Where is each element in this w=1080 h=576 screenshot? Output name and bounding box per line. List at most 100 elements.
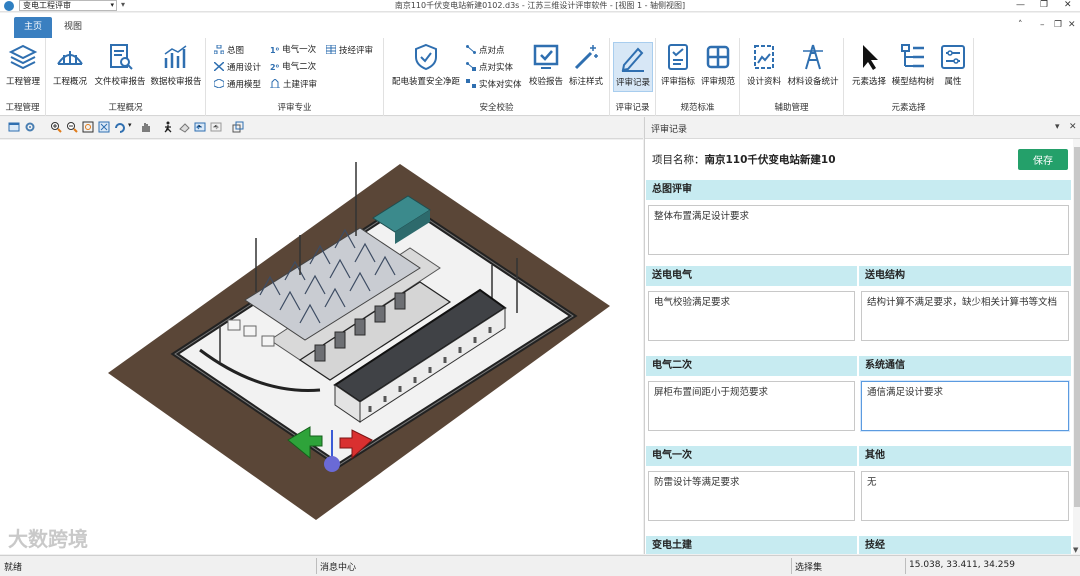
doc-report-button[interactable]: 文件校审报告 <box>91 42 149 87</box>
previous-view-icon[interactable] <box>194 121 206 133</box>
entity-to-entity-button[interactable]: 实体对实体 <box>466 79 522 91</box>
selection-set[interactable]: 选择集 <box>795 560 822 573</box>
tab-view[interactable]: 视图 <box>54 17 92 38</box>
data-report-label: 数据校审报告 <box>150 77 202 87</box>
tech-review-button[interactable]: 技经评审 <box>326 45 373 57</box>
review-spec-button[interactable]: 评审规范 <box>698 42 738 87</box>
table-icon <box>326 45 336 54</box>
scroll-down-icon[interactable]: ▼ <box>1073 546 1078 554</box>
system-communication-textarea[interactable]: 通信满足设计要求 <box>861 381 1069 431</box>
verify-report-label: 校验报告 <box>528 77 563 87</box>
view-window-icon[interactable] <box>8 121 20 133</box>
element-select-button[interactable]: 元素选择 <box>849 42 889 87</box>
message-center[interactable]: 消息中心 <box>320 560 356 573</box>
elec1-review-button[interactable]: 1⁰ 电气一次 <box>270 45 316 56</box>
pan-hand-icon[interactable] <box>140 121 152 133</box>
properties-icon <box>941 45 965 69</box>
review-record-label: 评审记录 <box>615 78 650 88</box>
zoom-out-icon[interactable] <box>66 121 78 133</box>
zoom-window-icon[interactable] <box>82 121 94 133</box>
group-label: 规范标准 <box>680 103 715 113</box>
group-review-disciplines: 总图 通用设计 通用模型 1⁰ 电气一次 2⁰ 电气二次 土建评审 技经评审 评审专… <box>206 38 384 116</box>
elec1-label: 电气一次 <box>282 45 317 55</box>
zoom-in-icon[interactable] <box>50 121 62 133</box>
status-bar: 就绪 消息中心 选择集 15.038, 33.411, 34.259 <box>0 555 1080 576</box>
project-name-row: 项目名称：南京110千伏变电站新建10 <box>652 152 836 167</box>
panel-pin-button[interactable]: ▾ <box>1055 122 1060 132</box>
project-management-button[interactable]: 工程管理 <box>3 42 43 87</box>
general-design-label: 通用设计 <box>227 63 262 73</box>
status-separator <box>905 558 906 574</box>
point-to-entity-button[interactable]: 点对实体 <box>466 62 513 74</box>
civil-review-button[interactable]: 土建评审 <box>270 79 317 91</box>
review-record-button[interactable]: 评审记录 <box>613 42 653 92</box>
minimize-button[interactable]: — <box>1016 0 1025 11</box>
elec2-review-button[interactable]: 2⁰ 电气二次 <box>270 62 316 73</box>
doc-restore-button[interactable]: ❐ <box>1054 20 1062 30</box>
data-report-button[interactable]: 数据校审报告 <box>148 42 204 87</box>
section-box-icon[interactable] <box>232 121 244 133</box>
scrollbar-thumb[interactable] <box>1074 147 1080 507</box>
maximize-button[interactable]: ❐ <box>1040 0 1048 11</box>
transmission-structure-textarea[interactable]: 结构计算不满足要求，缺少相关计算书等文档 <box>861 291 1069 341</box>
point-to-point-button[interactable]: 点对点 <box>466 45 505 57</box>
model-tree-button[interactable]: 模型结构树 <box>890 42 936 87</box>
doc-minimize-button[interactable]: – <box>1040 20 1045 30</box>
e2e-label: 实体对实体 <box>479 80 522 90</box>
attributes-button[interactable]: 属性 <box>937 42 969 87</box>
project-management-label: 工程管理 <box>5 77 40 87</box>
status-separator <box>791 558 792 574</box>
material-stats-button[interactable]: 材料设备统计 <box>786 42 840 87</box>
tab-home[interactable]: 主页 <box>14 17 53 38</box>
section-electrical-secondary: 电气二次 <box>646 356 857 376</box>
general-plan-textarea[interactable]: 整体布置满足设计要求 <box>648 205 1069 255</box>
general-model-button[interactable]: 通用模型 <box>214 79 261 91</box>
section-general-plan: 总图评审 <box>646 180 1071 200</box>
review-index-button[interactable]: 评审指标 <box>658 42 698 87</box>
design-data-button[interactable]: 设计资料 <box>744 42 784 87</box>
panel-close-button[interactable]: ✕ <box>1069 122 1077 132</box>
other-textarea[interactable]: 无 <box>861 471 1069 521</box>
safety-clearance-button[interactable]: 配电装置安全净距 <box>388 42 464 87</box>
group-standards: 评审指标 评审规范 规范标准 <box>656 38 740 116</box>
rotate-dropdown-icon[interactable]: ▾ <box>128 121 140 133</box>
elec2-label: 电气二次 <box>282 62 317 72</box>
general-plan-button[interactable]: 总图 <box>214 45 244 57</box>
section-transmission-structure: 送电结构 <box>859 266 1071 286</box>
save-button[interactable]: 保存 <box>1018 149 1068 170</box>
window-title: 南京110千伏变电站新建0102.d3s - 江苏三维设计评审软件 - [视图 … <box>394 1 686 10</box>
tower-icon <box>803 44 823 70</box>
project-overview-button[interactable]: 工程概况 <box>50 42 90 87</box>
next-view-icon[interactable] <box>210 121 222 133</box>
image-file-icon <box>754 45 774 69</box>
verify-report-button[interactable]: 校验报告 <box>527 42 565 87</box>
transmission-electrical-textarea[interactable]: 电气校验满足要求 <box>648 291 855 341</box>
review-spec-label: 评审规范 <box>700 77 735 87</box>
electrical-secondary-textarea[interactable]: 屏柜布置间距小于规范要求 <box>648 381 855 431</box>
doc-close-button[interactable]: ✕ <box>1068 20 1076 30</box>
panel-scrollbar[interactable]: ▼ <box>1073 139 1080 554</box>
eraser-icon[interactable] <box>178 121 190 133</box>
point-entity-icon <box>466 62 476 71</box>
substation-model-render[interactable] <box>0 140 643 554</box>
settings-gear-icon[interactable] <box>24 121 36 133</box>
watermark-text: 大数跨境 <box>8 527 88 551</box>
section-tech-econ: 技经 <box>859 536 1071 554</box>
cursor-arrow-icon <box>863 45 878 70</box>
group-review-record: 评审记录 评审记录 <box>610 38 656 116</box>
3d-viewport[interactable]: 大数跨境 <box>0 140 643 554</box>
label-style-button[interactable]: 标注样式 <box>566 42 606 87</box>
safety-clearance-label: 配电装置安全净距 <box>391 77 460 87</box>
point-point-icon <box>466 45 476 54</box>
project-name-value: 南京110千伏变电站新建10 <box>704 154 836 166</box>
general-design-button[interactable]: 通用设计 <box>214 62 261 74</box>
electrical-primary-textarea[interactable]: 防雷设计等满足要求 <box>648 471 855 521</box>
grid-box-icon <box>706 45 730 69</box>
collapse-ribbon-button[interactable]: ˄ <box>1018 20 1023 30</box>
view-toolbar: ▾ <box>0 117 643 139</box>
rotate-icon[interactable] <box>114 121 126 133</box>
walk-icon[interactable] <box>162 121 174 133</box>
fit-all-icon[interactable] <box>98 121 110 133</box>
status-ready: 就绪 <box>4 563 23 573</box>
close-window-button[interactable]: ✕ <box>1064 0 1072 11</box>
